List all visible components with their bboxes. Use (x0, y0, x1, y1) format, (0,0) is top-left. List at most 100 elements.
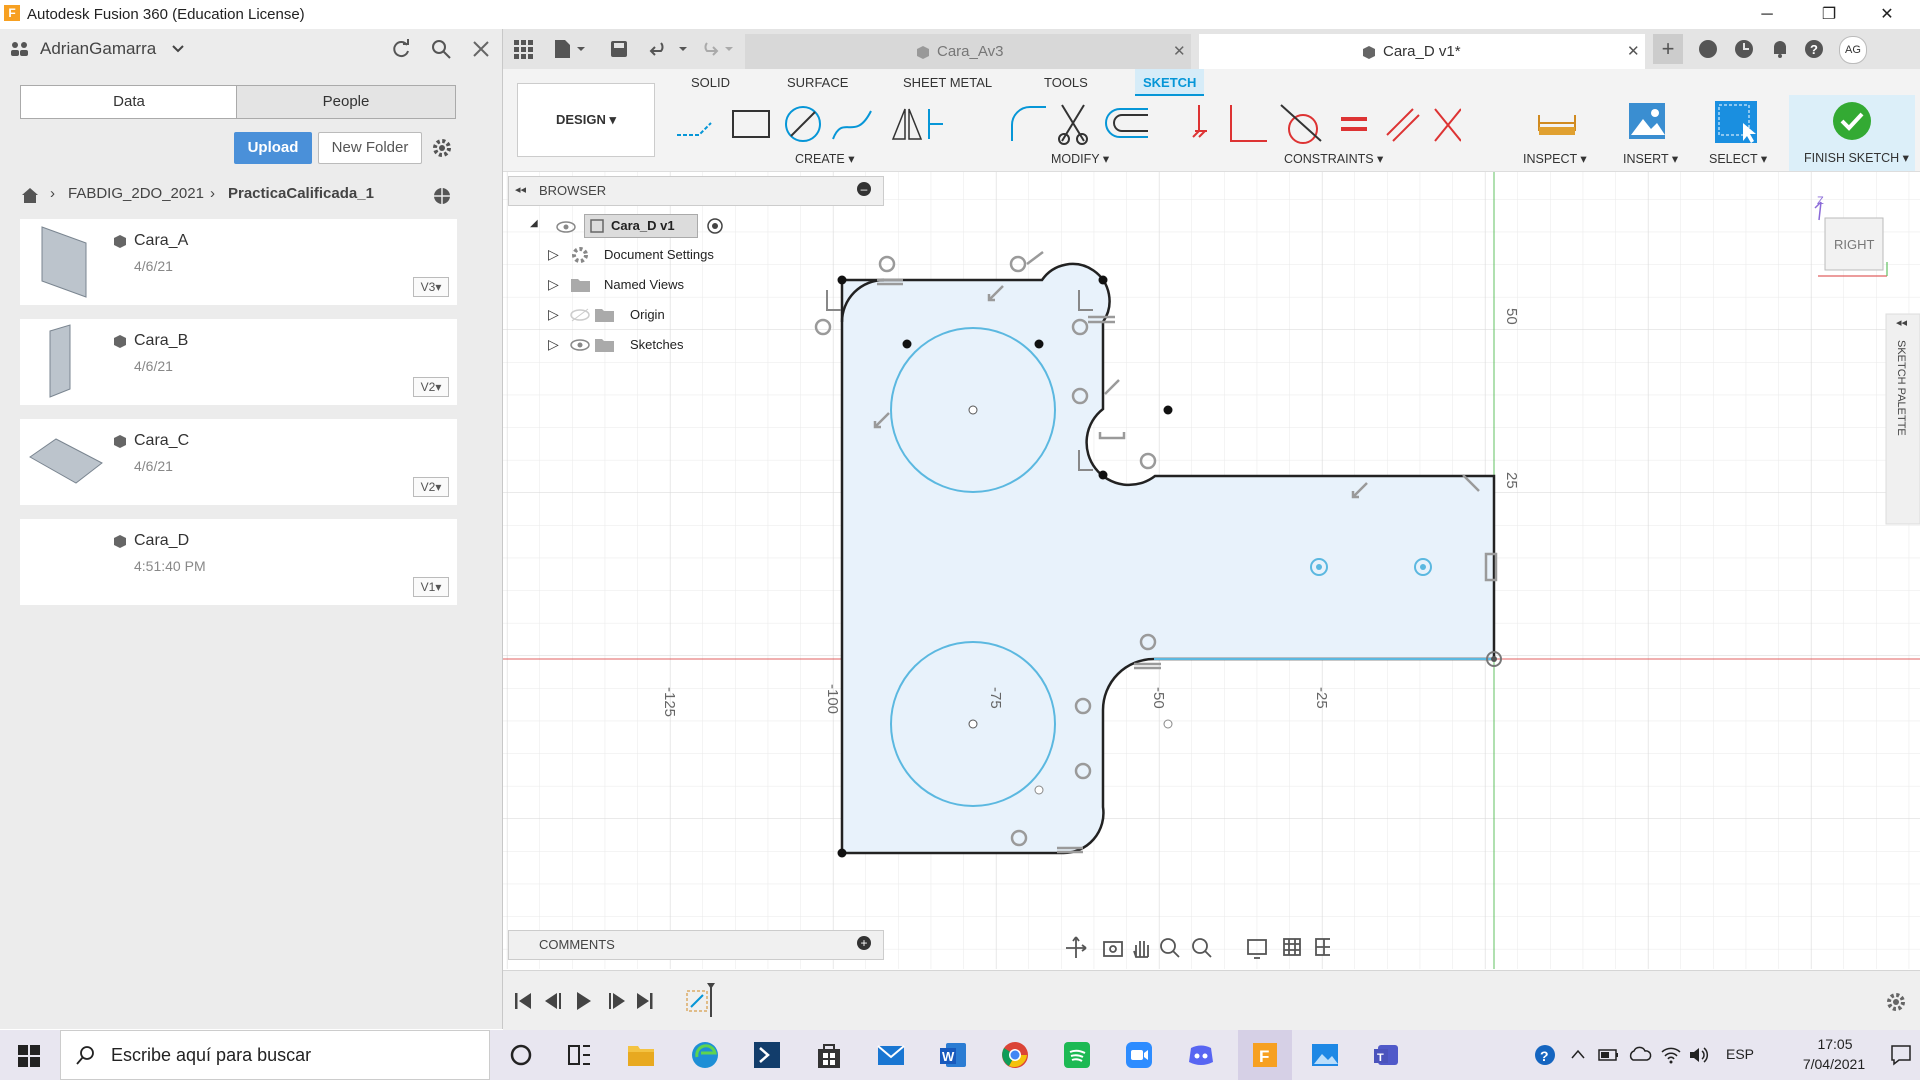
tab-people[interactable]: People (236, 85, 456, 119)
tab-tools[interactable]: TOOLS (1044, 75, 1088, 90)
tab-data[interactable]: Data (20, 85, 238, 119)
select-icon[interactable] (1713, 99, 1759, 145)
version-badge[interactable]: V3▾ (413, 277, 449, 297)
volume-icon[interactable] (1688, 1045, 1710, 1065)
task-view-icon[interactable] (564, 1040, 594, 1070)
fix-constraint-icon[interactable] (1192, 105, 1207, 138)
upload-button[interactable]: Upload (234, 132, 312, 164)
help-tray-icon[interactable]: ? (1533, 1043, 1557, 1067)
version-badge[interactable]: V2▾ (413, 377, 449, 397)
file-card-cara-a[interactable]: Cara_A 4/6/21 V3▾ (20, 219, 457, 305)
equal-constraint-icon[interactable] (1341, 117, 1367, 131)
tab-sheet-metal[interactable]: SHEET METAL (903, 75, 992, 90)
project-tool-icon[interactable] (928, 109, 943, 139)
pan-icon[interactable] (1133, 941, 1149, 958)
version-badge[interactable]: V1▾ (413, 577, 449, 597)
help-icon[interactable]: ? (1803, 38, 1825, 60)
go-to-start-icon[interactable] (515, 993, 531, 1009)
fillet-tool-icon[interactable] (1011, 106, 1046, 141)
user-name[interactable]: AdrianGamarra (40, 39, 156, 59)
expand-triangle-icon[interactable]: ▷ (548, 336, 559, 353)
fit-icon[interactable] (1192, 938, 1212, 958)
visibility-eye-icon[interactable] (570, 338, 590, 352)
close-tab-icon[interactable]: ✕ (1627, 34, 1640, 69)
breadcrumb-project[interactable]: FABDIG_2DO_2021 (68, 185, 204, 202)
sketch-palette-tab[interactable]: ◂◂ SKETCH PALETTE (1885, 313, 1920, 525)
add-comment-icon[interactable]: + (857, 936, 871, 950)
expand-triangle-icon[interactable]: ▷ (548, 276, 559, 293)
constraints-menu[interactable]: CONSTRAINTS ▾ (1284, 151, 1383, 166)
powershell-icon[interactable] (752, 1040, 782, 1070)
notifications-icon[interactable] (1769, 38, 1791, 60)
search-icon[interactable] (430, 38, 452, 60)
file-card-cara-b[interactable]: Cara_B 4/6/21 V2▾ (20, 319, 457, 405)
globe-icon[interactable] (432, 186, 452, 206)
root-component[interactable]: Cara_D v1 (584, 214, 698, 238)
file-card-cara-c[interactable]: Cara_C 4/6/21 V2▾ (20, 419, 457, 505)
mirror-tool-icon[interactable] (891, 108, 923, 140)
close-button[interactable]: ✕ (1864, 0, 1910, 29)
circle-tool-icon[interactable] (785, 106, 821, 142)
word-icon[interactable]: W (938, 1040, 968, 1070)
zoom-app-icon[interactable] (1124, 1040, 1154, 1070)
clock-time[interactable]: 17:05 (1790, 1036, 1880, 1052)
minimize-button[interactable]: ─ (1744, 0, 1790, 29)
expand-triangle-icon[interactable]: ▷ (548, 306, 559, 323)
create-menu[interactable]: CREATE ▾ (795, 151, 855, 166)
insert-menu[interactable]: INSERT ▾ (1623, 151, 1678, 166)
step-forward-icon[interactable] (609, 993, 625, 1009)
sketch-point-open[interactable] (1034, 785, 1044, 795)
cloud-icon[interactable] (1628, 1045, 1652, 1063)
redo-icon[interactable] (699, 39, 739, 59)
tab-solid[interactable]: SOLID (691, 75, 730, 90)
undo-icon[interactable] (649, 39, 689, 59)
close-tab-icon[interactable]: ✕ (1173, 34, 1186, 69)
chevron-down-icon[interactable] (172, 45, 184, 53)
save-icon[interactable] (609, 39, 629, 59)
input-language[interactable]: ESP (1726, 1046, 1754, 1062)
wifi-icon[interactable] (1660, 1044, 1682, 1064)
job-status-icon[interactable] (1733, 38, 1755, 60)
new-tab-icon[interactable]: + (1653, 34, 1683, 64)
fusion-taskbar-item[interactable]: F (1238, 1030, 1292, 1080)
taskbar-search[interactable]: Escribe aquí para buscar (60, 1030, 490, 1080)
modify-menu[interactable]: MODIFY ▾ (1051, 151, 1109, 166)
close-panel-icon[interactable] (472, 40, 490, 58)
file-menu-icon[interactable] (553, 38, 587, 60)
chrome-icon[interactable] (1000, 1040, 1030, 1070)
cortana-icon[interactable] (506, 1040, 536, 1070)
tab-cara-d[interactable]: Cara_D v1* ✕ (1199, 34, 1645, 69)
spline-tool-icon[interactable] (832, 110, 872, 140)
circle-center-point[interactable] (968, 719, 978, 729)
home-icon[interactable] (20, 186, 40, 204)
line-tool-icon[interactable] (677, 122, 712, 136)
mail-icon[interactable] (876, 1040, 906, 1070)
inspect-menu[interactable]: INSPECT ▾ (1523, 151, 1587, 166)
rectangle-tool-icon[interactable] (732, 110, 770, 138)
browser-options-icon[interactable]: – (857, 182, 871, 196)
perpendicular-lines-icon[interactable] (1434, 108, 1461, 142)
go-to-end-icon[interactable] (637, 993, 653, 1009)
file-explorer-icon[interactable] (626, 1040, 656, 1070)
refresh-icon[interactable] (390, 38, 412, 60)
teams-icon[interactable]: T (1372, 1040, 1402, 1070)
hidden-eye-icon[interactable] (570, 308, 590, 322)
tab-surface[interactable]: SURFACE (787, 75, 848, 90)
grid-settings-icon[interactable] (1283, 938, 1301, 956)
chevron-up-icon[interactable] (1570, 1048, 1586, 1060)
avatar[interactable]: AG (1839, 36, 1867, 64)
timeline-settings-gear-icon[interactable] (1885, 991, 1907, 1013)
store-icon[interactable] (814, 1040, 844, 1070)
gear-icon[interactable] (431, 137, 453, 159)
workspace-switcher[interactable]: DESIGN ▾ (517, 83, 655, 157)
perpendicular-constraint-icon[interactable] (1230, 105, 1267, 142)
comments-panel-header[interactable]: COMMENTS + (508, 930, 884, 960)
circle-center-point[interactable] (968, 405, 978, 415)
offset-tool-icon[interactable] (1105, 108, 1148, 138)
play-icon[interactable] (577, 992, 591, 1010)
expand-triangle-icon[interactable]: ▷ (548, 246, 559, 263)
viewports-icon[interactable] (1315, 938, 1330, 956)
insert-image-icon[interactable] (1627, 101, 1667, 141)
step-back-icon[interactable] (545, 993, 561, 1009)
breadcrumb-folder[interactable]: PracticaCalificada_1 (228, 185, 374, 202)
